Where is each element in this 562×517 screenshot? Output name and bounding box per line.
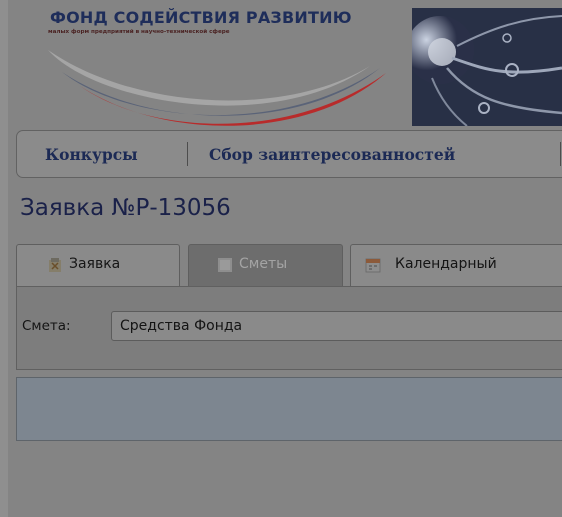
estimate-select[interactable]: Средства Фонда bbox=[111, 311, 562, 341]
tab-application-label: Заявка bbox=[69, 256, 121, 272]
neuron-image-graphic bbox=[412, 8, 562, 126]
org-subtitle: малых форм предприятий в научно-техничес… bbox=[48, 29, 230, 35]
tab-calendar[interactable]: Календарный bbox=[350, 244, 562, 286]
nav-item-interest-collection[interactable]: Сбор заинтересованностей bbox=[209, 145, 455, 164]
flag-swoosh-logo bbox=[48, 50, 386, 126]
main-nav: Конкурсы Сбор заинтересованностей bbox=[16, 130, 562, 178]
estimates-icon bbox=[218, 258, 232, 272]
org-name: ФОНД СОДЕЙСТВИЯ РАЗВИТИЮ bbox=[50, 8, 352, 27]
estimate-select-value: Средства Фонда bbox=[120, 318, 243, 334]
fund-logo: ФОНД СОДЕЙСТВИЯ РАЗВИТИЮ малых форм пред… bbox=[40, 8, 400, 128]
neuron-banner-image bbox=[412, 8, 562, 126]
tab-application[interactable]: Заявка bbox=[16, 244, 180, 286]
tab-estimates[interactable]: Сметы bbox=[188, 244, 343, 286]
page-title: Заявка №Р-13056 bbox=[20, 195, 231, 221]
nav-item-contests[interactable]: Конкурсы bbox=[45, 145, 138, 164]
calendar-icon bbox=[365, 258, 381, 273]
application-icon bbox=[49, 258, 61, 272]
estimate-label: Смета: bbox=[22, 318, 71, 334]
nav-divider bbox=[187, 142, 188, 166]
tab-estimates-label: Сметы bbox=[239, 256, 288, 272]
content-panel bbox=[16, 377, 562, 441]
nav-divider bbox=[560, 142, 561, 166]
tab-calendar-label: Календарный bbox=[395, 256, 497, 272]
